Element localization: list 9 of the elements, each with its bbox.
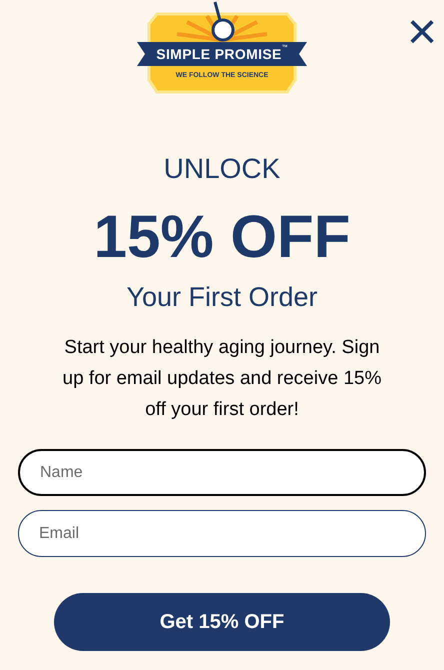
text-field[interactable]: Email	[18, 510, 426, 557]
offer-subtitle: Your First Order	[126, 281, 318, 314]
close-button[interactable]: ×	[402, 8, 442, 56]
brand-name: SIMPLE PROMISE	[156, 45, 282, 64]
offer-heading: 15% OFF	[94, 202, 350, 272]
submit-button[interactable]: Get 15% OFF	[54, 593, 390, 651]
kicker-text: UNLOCK	[164, 152, 280, 186]
intro-paragraph: Start your healthy aging journey. Sign up for email updates and receive 15% off your first order!	[62, 336, 382, 422]
text-field[interactable]: Name	[18, 449, 426, 496]
